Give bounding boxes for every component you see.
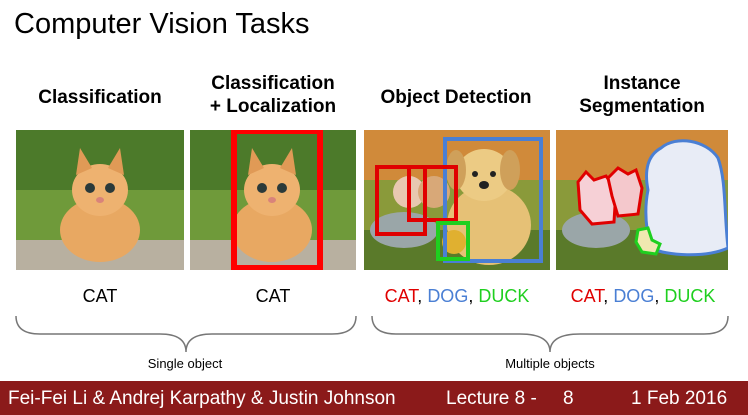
label-cat: CAT: [570, 286, 604, 306]
label-comma: ,: [654, 286, 665, 306]
label-dog: DOG: [613, 286, 655, 306]
label-segmentation: CAT, DOG, DUCK: [556, 286, 730, 307]
heading-classification-line1: Classification: [38, 87, 162, 108]
label-comma: ,: [468, 286, 479, 306]
label-duck: DUCK: [478, 286, 530, 306]
pets-image-segmentation: [556, 130, 728, 270]
multiple-objects-brace: [371, 315, 729, 353]
label-comma: ,: [603, 286, 614, 306]
label-classification: CAT: [82, 286, 118, 306]
heading-detection-line1: Object Detection: [380, 87, 532, 108]
label-duck: DUCK: [664, 286, 716, 306]
kitten-image-classification: [16, 130, 184, 270]
label-comma: ,: [417, 286, 428, 306]
heading-classification: Classification: [16, 86, 184, 109]
heading-segmentation-line2: Segmentation: [579, 96, 705, 117]
heading-segmentation-line1: Instance: [603, 73, 681, 94]
pets-image-detection: [364, 130, 550, 270]
footer-authors: Fei-Fei Li & Andrej Karpathy & Justin Jo…: [8, 388, 396, 409]
single-object-brace: [15, 315, 357, 353]
group-label-single: Single object: [147, 356, 223, 371]
label-cat: CAT: [384, 286, 418, 306]
footer-page-number: 8: [563, 388, 574, 409]
footer-date: 1 Feb 2016: [631, 388, 728, 409]
footer-bar: Fei-Fei Li & Andrej Karpathy & Justin Jo…: [0, 381, 748, 415]
heading-localization: Classification + Localization: [190, 72, 356, 118]
footer-lecture: Lecture 8 -: [446, 388, 537, 409]
heading-segmentation: Instance Segmentation: [556, 72, 728, 118]
label-detection: CAT, DOG, DUCK: [362, 286, 552, 307]
heading-localization-line2: + Localization: [209, 96, 337, 117]
label-localization: CAT: [255, 286, 291, 306]
slide-title: Computer Vision Tasks: [14, 8, 310, 40]
group-braces: [15, 315, 729, 353]
heading-localization-line1: Classification: [211, 73, 335, 94]
label-dog: DOG: [427, 286, 469, 306]
heading-detection: Object Detection: [362, 86, 550, 109]
kitten-image-localization: [190, 130, 356, 270]
group-label-multiple: Multiple objects: [505, 356, 595, 371]
dog-mask: [644, 139, 728, 257]
